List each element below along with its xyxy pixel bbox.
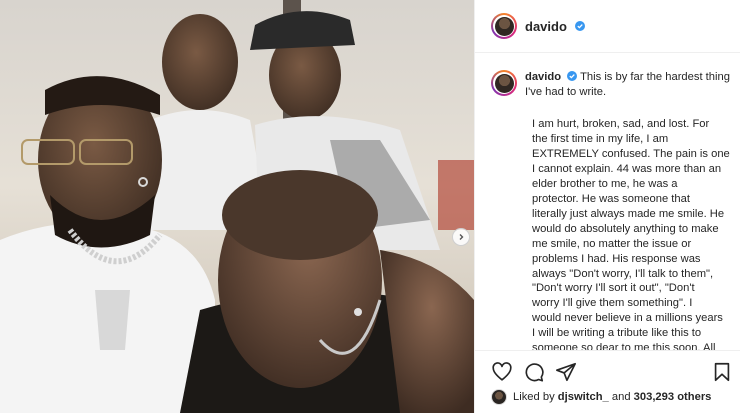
comment-icon[interactable] <box>523 361 545 383</box>
likes-count[interactable]: 303,293 others <box>634 391 712 403</box>
caption-text: I am hurt, broken, sad, and lost. For th… <box>532 118 730 355</box>
chevron-right-icon <box>459 234 464 240</box>
liker-username[interactable]: djswitch_ <box>558 391 609 403</box>
post-photo[interactable] <box>0 0 474 413</box>
caption-username[interactable]: davido <box>525 71 561 83</box>
caption-avatar[interactable] <box>491 70 517 96</box>
share-icon[interactable] <box>555 361 577 383</box>
likes-text: Liked by djswitch_ and 303,293 others <box>513 391 711 403</box>
likes-summary: Liked by djswitch_ and 303,293 others <box>491 389 711 405</box>
caption-intro: davido This is by far the hardest thing … <box>525 70 733 100</box>
likes-prefix: Liked by <box>513 391 555 403</box>
avatar[interactable] <box>491 13 517 39</box>
post-photo-illustration <box>0 0 474 413</box>
divider <box>475 52 740 53</box>
caption: davido This is by far the hardest thing … <box>491 70 733 100</box>
post-side-panel: davido davido This is by far the hardest… <box>474 0 740 413</box>
liker-avatar[interactable] <box>491 389 507 405</box>
carousel-next-button[interactable] <box>452 228 470 246</box>
action-bar <box>491 361 731 383</box>
bookmark-icon[interactable] <box>711 361 733 383</box>
header-username[interactable]: davido <box>525 19 567 34</box>
likes-connector: and <box>611 391 631 403</box>
instagram-post: davido davido This is by far the hardest… <box>0 0 740 413</box>
verified-badge-icon <box>574 21 585 31</box>
verified-badge-icon <box>567 71 578 81</box>
post-header: davido <box>491 13 585 39</box>
heart-icon[interactable] <box>491 361 513 383</box>
divider <box>475 350 740 351</box>
